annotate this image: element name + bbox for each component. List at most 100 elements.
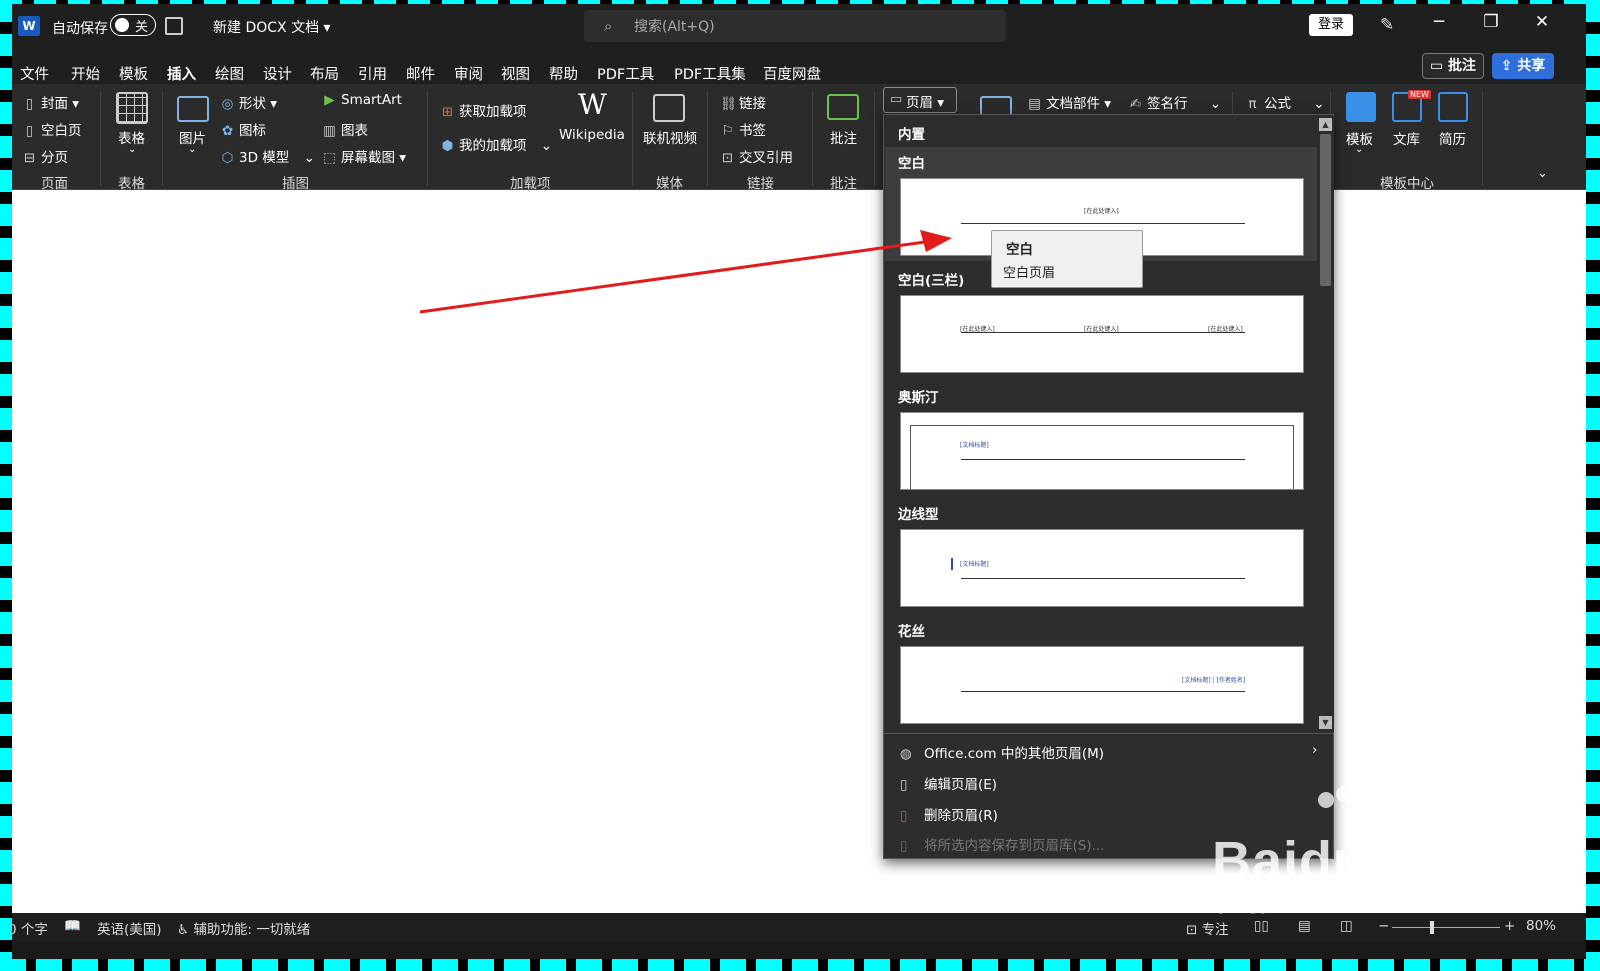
tab-design[interactable]: 设计 (263, 63, 292, 84)
icons-button[interactable]: ✿ 图标 (220, 119, 266, 139)
edit-header-menu-item[interactable]: ▯ 编辑页眉(E) (900, 773, 997, 793)
gallery-item-blank-three-column[interactable]: [在此处键入] [在此处键入] [在此处键入] (900, 295, 1304, 373)
remove-header-icon: ▯ (900, 808, 908, 824)
zoom-out-icon[interactable]: − (1378, 918, 1389, 934)
search-input[interactable]: ⌕ 搜索(Alt+Q) (584, 10, 1006, 42)
accessibility-icon: ♿ (177, 922, 190, 938)
language-indicator[interactable]: 英语(美国) (97, 918, 162, 938)
screenshot-button[interactable]: ⬚ 屏幕截图 ▾ (322, 146, 406, 166)
tab-review[interactable]: 审阅 (454, 63, 483, 84)
scroll-up-icon[interactable]: ▲ (1319, 118, 1332, 131)
tab-mailings[interactable]: 邮件 (406, 63, 435, 84)
login-button[interactable]: 登录 (1309, 14, 1353, 36)
get-addins-button[interactable]: ⊞ 获取加载项 (440, 100, 527, 120)
bookmark-button[interactable]: ⚐ 书签 (720, 119, 766, 139)
equation-button[interactable]: π 公式 ⌄ (1245, 92, 1324, 112)
shapes-button[interactable]: ◎ 形状 ▾ (220, 92, 277, 112)
minimize-icon[interactable]: ─ (1424, 12, 1454, 32)
read-mode-icon[interactable]: ▯▯ (1254, 918, 1269, 934)
zoom-slider[interactable] (1392, 927, 1500, 928)
tab-references[interactable]: 引用 (358, 63, 387, 84)
edit-header-icon: ▯ (900, 777, 908, 793)
zoom-slider-thumb[interactable] (1430, 921, 1434, 934)
tab-template[interactable]: 模板 (119, 63, 148, 84)
header-icon: ▭ (890, 92, 903, 107)
cover-page-button[interactable]: ▯ 封面 ▾ (22, 92, 79, 112)
comments-button[interactable]: ▭ 批注 (1422, 53, 1484, 79)
document-canvas[interactable] (12, 190, 1586, 913)
tab-layout[interactable]: 布局 (310, 63, 339, 84)
scroll-down-icon[interactable]: ▼ (1319, 716, 1332, 729)
autosave-label: 自动保存 (52, 21, 108, 37)
link-button[interactable]: ⛓ 链接 (720, 92, 766, 112)
signature-line-button[interactable]: ✍ 签名行 ⌄ (1128, 92, 1221, 112)
template-dropdown-icon[interactable]: ⌄ (1355, 144, 1363, 155)
gallery-item-austin[interactable]: [文档标题] (900, 412, 1304, 490)
table-dropdown-icon[interactable]: ⌄ (128, 144, 136, 155)
more-headers-menu-item[interactable]: ◍ Office.com 中的其他页眉(M) (900, 742, 1104, 762)
new-comment-button[interactable]: 批注 (830, 127, 857, 147)
autosave-toggle[interactable]: 关 (110, 14, 156, 36)
online-video-button[interactable]: 联机视频 (643, 127, 697, 147)
header-gallery: 内置 空白 [在此处键入] 空白(三栏) [在此处键入] [在此处键入] [在此… (883, 114, 1334, 859)
wikipedia-button[interactable]: Wikipedia (559, 127, 625, 143)
page-break-button[interactable]: ⊟ 分页 (22, 146, 68, 166)
new-badge: NEW (1408, 90, 1431, 99)
tab-pdf-toolset[interactable]: PDF工具集 (674, 63, 746, 84)
store-icon: ⊞ (441, 104, 454, 120)
pen-icon[interactable]: ✎ (1380, 15, 1394, 35)
picture-dropdown-icon[interactable]: ⌄ (188, 144, 196, 155)
web-layout-icon[interactable]: ◫ (1340, 918, 1353, 934)
tab-draw[interactable]: 绘图 (215, 63, 244, 84)
chart-icon: ▥ (323, 123, 336, 139)
ribbon-separator (427, 92, 428, 186)
proofing-icon[interactable]: 📖 (64, 918, 81, 934)
chart-button[interactable]: ▥ 图表 (322, 119, 368, 139)
save-to-gallery-menu-item: ▯ 将所选内容保存到页眉库(S)... (900, 838, 1105, 854)
my-addins-button[interactable]: ⬢ 我的加载项 ⌄ (440, 134, 553, 154)
smartart-button[interactable]: ▶ SmartArt (322, 92, 402, 108)
blank-page-button[interactable]: ▯ 空白页 (22, 119, 82, 139)
zoom-in-icon[interactable]: + (1504, 918, 1515, 934)
zoom-level[interactable]: 80% (1526, 918, 1556, 934)
close-icon[interactable]: ✕ (1527, 12, 1557, 32)
link-icon: ⛓ (720, 96, 738, 112)
share-button[interactable]: ⇪ 共享 (1492, 53, 1554, 79)
gallery-tooltip: 空白 空白页眉 (991, 230, 1143, 288)
header-rule (961, 691, 1245, 692)
resume-button[interactable]: 简历 (1439, 128, 1466, 148)
header-rule (961, 332, 1245, 333)
picture-icon (177, 96, 209, 122)
restore-icon[interactable]: ❐ (1476, 12, 1506, 32)
remove-header-menu-item[interactable]: ▯ 删除页眉(R) (900, 804, 998, 824)
scroll-thumb[interactable] (1320, 134, 1331, 286)
tab-view[interactable]: 视图 (501, 63, 530, 84)
gallery-scrollbar[interactable]: ▲ ▼ (1317, 116, 1334, 732)
gallery-item-title: 空白 (898, 156, 925, 172)
header-button[interactable]: ▭ 页眉 ▾ (883, 87, 957, 113)
gallery-item-filigree[interactable]: [文档标题] | [作者姓名] (900, 646, 1304, 724)
3d-models-button[interactable]: ⬡ 3D 模型 ⌄ (220, 146, 315, 166)
gallery-item-title: 边线型 (898, 507, 939, 523)
tab-baidu-netdisk[interactable]: 百度网盘 (763, 63, 821, 84)
wikipedia-icon: W (578, 88, 607, 121)
print-layout-icon[interactable]: ▤ (1298, 918, 1311, 934)
focus-button[interactable]: ⊡ 专注 (1186, 918, 1229, 938)
cross-reference-icon: ⊡ (721, 150, 734, 166)
gallery-item-sideline[interactable]: [文档标题] (900, 529, 1304, 607)
document-title[interactable]: 新建 DOCX 文档 ▾ (213, 17, 331, 37)
tab-help[interactable]: 帮助 (549, 63, 578, 84)
tab-pdf-tools[interactable]: PDF工具 (597, 63, 654, 84)
tab-insert[interactable]: 插入 (167, 63, 196, 89)
accessibility-status[interactable]: ♿ 辅助功能: 一切就绪 (177, 918, 310, 938)
screenshot-frame-bottom (0, 959, 1600, 971)
collapse-ribbon-icon[interactable]: ⌄ (1537, 166, 1548, 181)
tab-file[interactable]: 文件 (20, 63, 49, 84)
library-button[interactable]: 文库 (1393, 128, 1420, 148)
quick-parts-button[interactable]: ▤ 文档部件 ▾ (1027, 92, 1111, 112)
word-count[interactable]: 0 个字 (12, 918, 48, 938)
tab-home[interactable]: 开始 (71, 63, 100, 84)
save-icon[interactable] (165, 17, 183, 35)
cross-reference-button[interactable]: ⊡ 交叉引用 (720, 146, 793, 166)
word-logo-icon: W (18, 16, 40, 36)
